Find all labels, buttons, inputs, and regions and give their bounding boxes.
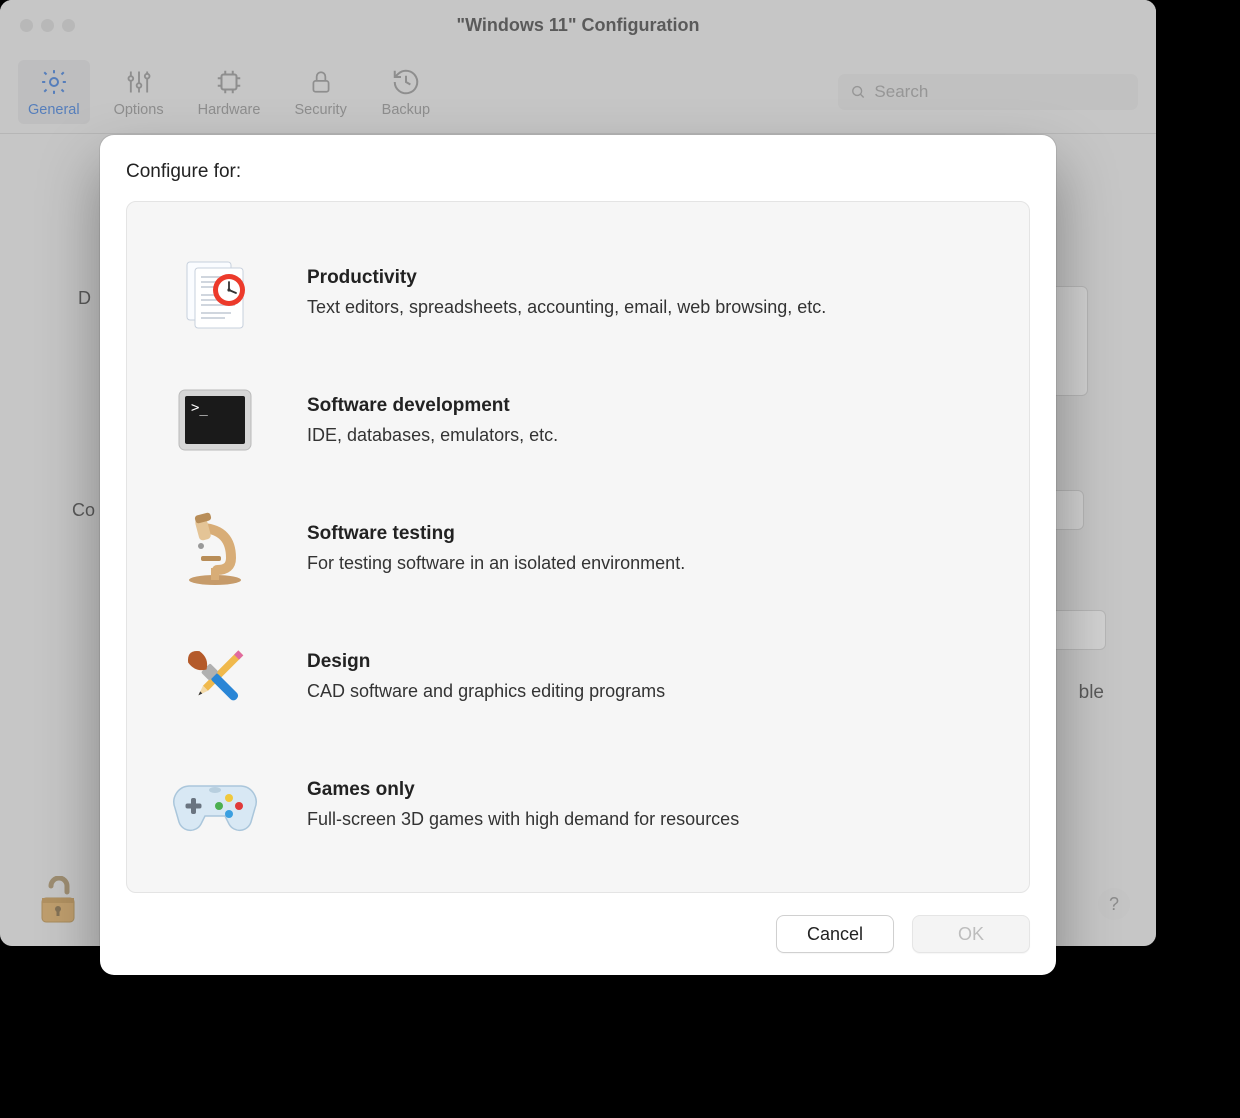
- brush-pencil-icon: [171, 638, 259, 718]
- option-desc: Full-screen 3D games with high demand fo…: [307, 807, 985, 832]
- sheet-heading: Configure for:: [126, 161, 1030, 183]
- option-title: Productivity: [307, 267, 985, 289]
- option-desc: For testing software in an isolated envi…: [307, 551, 985, 576]
- option-desc: Text editors, spreadsheets, accounting, …: [307, 295, 985, 320]
- option-software-development[interactable]: >_ Software development IDE, databases, …: [163, 358, 993, 486]
- microscope-icon: [171, 510, 259, 590]
- ok-button[interactable]: OK: [912, 915, 1030, 953]
- sheet-footer: Cancel OK: [126, 915, 1030, 953]
- svg-text:>_: >_: [191, 400, 208, 416]
- options-panel: Productivity Text editors, spreadsheets,…: [126, 201, 1030, 893]
- option-design[interactable]: Design CAD software and graphics editing…: [163, 614, 993, 742]
- configure-for-sheet: Configure for:: [100, 135, 1056, 975]
- option-title: Design: [307, 651, 985, 673]
- terminal-icon: >_: [171, 382, 259, 462]
- gamepad-icon: [171, 766, 259, 846]
- option-desc: CAD software and graphics editing progra…: [307, 679, 985, 704]
- option-productivity[interactable]: Productivity Text editors, spreadsheets,…: [163, 230, 993, 358]
- option-title: Software development: [307, 395, 985, 417]
- option-title: Software testing: [307, 523, 985, 545]
- option-games-only[interactable]: Games only Full-screen 3D games with hig…: [163, 742, 993, 870]
- button-label: Cancel: [807, 924, 863, 945]
- button-label: OK: [958, 924, 984, 945]
- option-software-testing[interactable]: Software testing For testing software in…: [163, 486, 993, 614]
- cancel-button[interactable]: Cancel: [776, 915, 894, 953]
- option-desc: IDE, databases, emulators, etc.: [307, 423, 985, 448]
- productivity-icon: [171, 254, 259, 334]
- option-title: Games only: [307, 779, 985, 801]
